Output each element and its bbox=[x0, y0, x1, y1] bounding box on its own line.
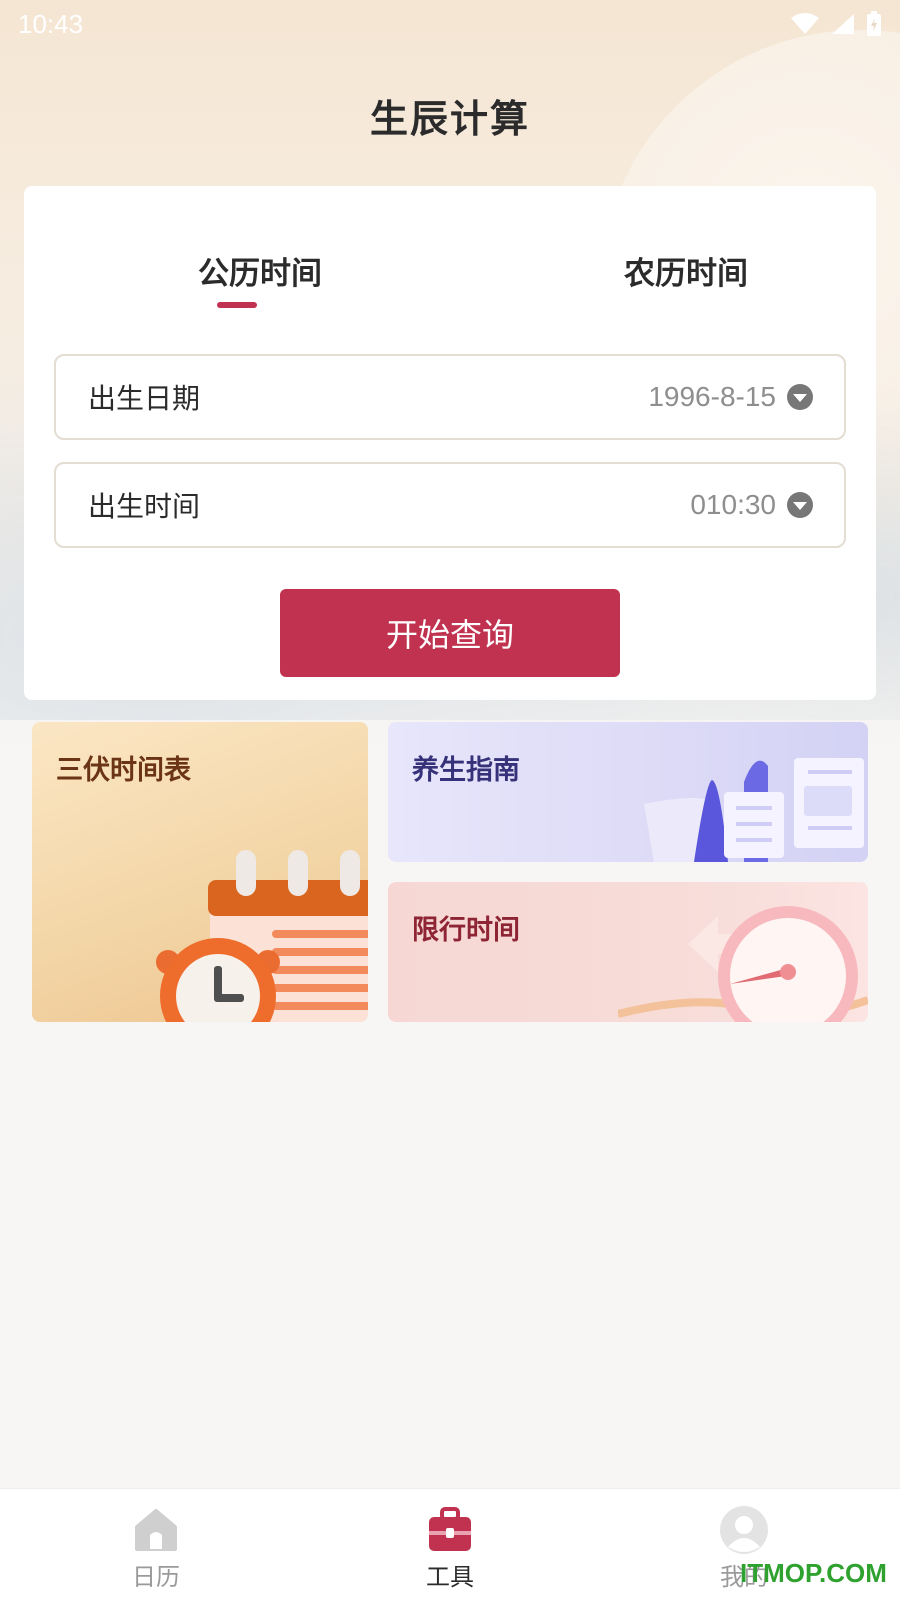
speedometer-illustration bbox=[618, 906, 868, 1022]
site-watermark: ITMOP.COM bbox=[740, 1558, 887, 1588]
chevron-down-icon bbox=[787, 492, 813, 518]
birth-time-picker[interactable]: 出生时间 010:30 bbox=[54, 462, 846, 548]
wifi-icon bbox=[791, 13, 819, 34]
birth-date-value: 1996-8-15 bbox=[648, 381, 776, 412]
page-title: 生辰计算 bbox=[369, 97, 530, 141]
active-tab-indicator bbox=[217, 302, 257, 308]
birth-date-picker[interactable]: 出生日期 1996-8-15 bbox=[54, 354, 846, 440]
nav-item-calendar[interactable]: 日历 bbox=[66, 1489, 246, 1600]
tab-lunar-calendar[interactable]: 农历时间 bbox=[536, 248, 836, 293]
battery-charging-icon bbox=[867, 11, 881, 36]
start-query-button[interactable]: 开始查询 bbox=[280, 589, 620, 677]
alarm-clock-calendar-illustration bbox=[156, 850, 368, 1022]
signal-icon bbox=[832, 14, 854, 34]
tool-traffic-restriction[interactable]: 限行时间 bbox=[388, 882, 868, 1022]
tab-solar-calendar[interactable]: 公历时间 bbox=[110, 248, 410, 293]
chevron-down-icon bbox=[787, 384, 813, 410]
tool-health-guide-title: 养生指南 bbox=[412, 755, 520, 786]
status-time: 10:43 bbox=[18, 8, 84, 39]
tool-sanfu-title: 三伏时间表 bbox=[56, 755, 191, 786]
user-avatar-icon bbox=[720, 1506, 768, 1554]
nav-item-calendar-label: 日历 bbox=[132, 1563, 180, 1591]
birth-calc-card: 公历时间 农历时间 出生日期 1996-8-15 出生时间 010:30 开始查… bbox=[24, 186, 876, 700]
health-chart-illustration bbox=[644, 758, 864, 862]
nav-item-tools[interactable]: 工具 bbox=[360, 1489, 540, 1600]
tool-health-guide[interactable]: 养生指南 bbox=[388, 722, 868, 862]
nav-item-tools-label: 工具 bbox=[426, 1563, 474, 1591]
birth-time-value-group: 010:30 bbox=[690, 489, 814, 521]
toolbox-icon bbox=[429, 1507, 471, 1551]
birth-time-label: 出生时间 bbox=[88, 490, 201, 523]
tool-traffic-restriction-title: 限行时间 bbox=[412, 915, 520, 946]
birth-time-value: 010:30 bbox=[690, 489, 776, 520]
home-icon bbox=[135, 1509, 177, 1551]
birth-date-value-group: 1996-8-15 bbox=[648, 381, 814, 413]
calendar-type-tabs: 公历时间 农历时间 bbox=[24, 248, 876, 308]
status-icons bbox=[790, 11, 882, 37]
birth-date-label: 出生日期 bbox=[88, 382, 201, 415]
tool-sanfu-schedule[interactable]: 三伏时间表 bbox=[32, 722, 368, 1022]
status-bar: 10:43 bbox=[0, 0, 900, 48]
